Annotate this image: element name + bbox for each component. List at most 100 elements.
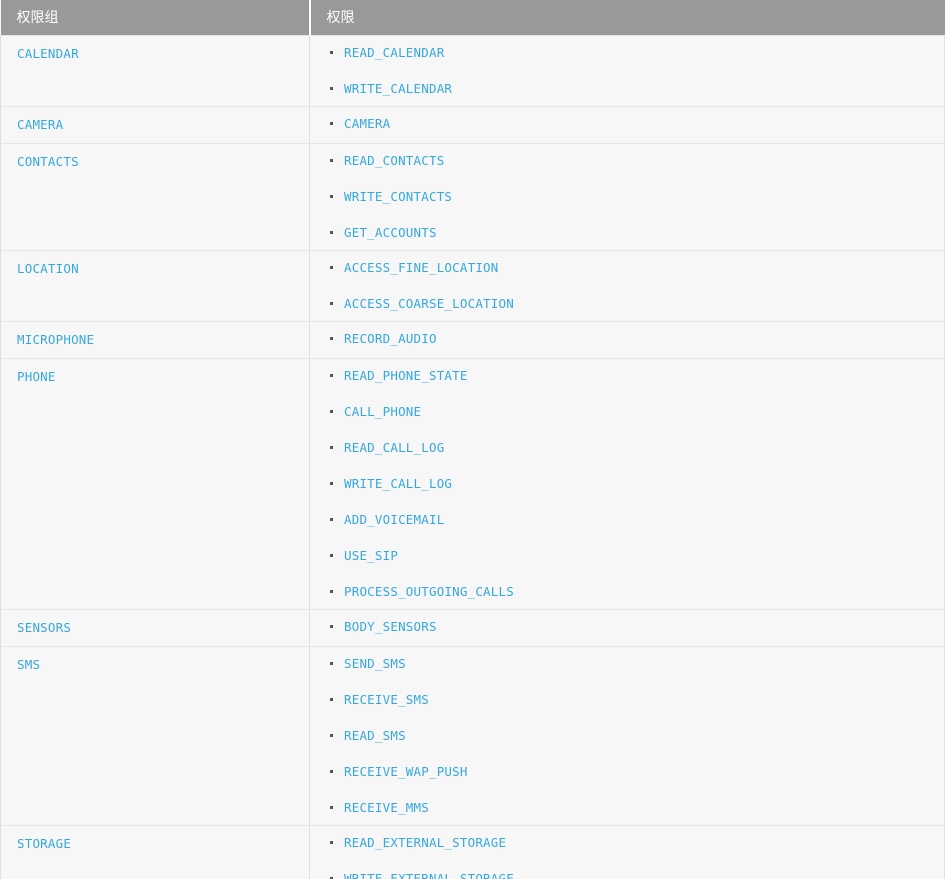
list-item: BODY_SENSORS: [326, 619, 936, 635]
list-item: RECORD_AUDIO: [326, 331, 936, 347]
list-item: RECEIVE_SMS: [326, 692, 936, 708]
permission-link[interactable]: SEND_SMS: [344, 656, 406, 672]
permission-list: READ_CALENDAR WRITE_CALENDAR: [326, 45, 936, 97]
permission-group-cell: MICROPHONE: [0, 321, 310, 359]
table-row: CALENDAR READ_CALENDAR WRITE_CALENDAR: [0, 35, 945, 107]
permission-list-cell: SEND_SMS RECEIVE_SMS READ_SMS RECEIVE_WAP_P…: [309, 646, 945, 826]
permission-list: READ_PHONE_STATE CALL_PHONE READ_CALL_LOG W…: [326, 368, 936, 600]
permission-groups-table: 权限组 权限 CALENDAR READ_CALENDAR WRITE_CALEND…: [0, 0, 945, 879]
bullet-icon: [330, 159, 333, 162]
permission-link[interactable]: CAMERA: [344, 116, 390, 132]
permission-list: ACCESS_FINE_LOCATION ACCESS_COARSE_LOCATI…: [326, 260, 936, 312]
table-row: LOCATION ACCESS_FINE_LOCATION ACCESS_COARS…: [0, 250, 945, 322]
list-item: CAMERA: [326, 116, 936, 132]
permission-group-link[interactable]: SMS: [17, 657, 40, 673]
bullet-icon: [330, 266, 333, 269]
permission-group-link[interactable]: CAMERA: [17, 117, 63, 133]
permission-link[interactable]: GET_ACCOUNTS: [344, 225, 437, 241]
permission-link[interactable]: WRITE_CONTACTS: [344, 189, 452, 205]
permission-link[interactable]: RECORD_AUDIO: [344, 331, 437, 347]
table-row: CAMERA CAMERA: [0, 106, 945, 144]
table-row: CONTACTS READ_CONTACTS WRITE_CONTACTS GET_A…: [0, 143, 945, 251]
permission-group-cell: CALENDAR: [0, 35, 310, 107]
permission-list: RECORD_AUDIO: [326, 331, 936, 347]
permission-list-cell: RECORD_AUDIO: [309, 321, 945, 359]
column-header-permission: 权限: [309, 0, 945, 36]
bullet-icon: [330, 87, 333, 90]
permission-group-link[interactable]: CONTACTS: [17, 154, 79, 170]
permission-list-cell: READ_CONTACTS WRITE_CONTACTS GET_ACCOUNTS: [309, 143, 945, 251]
table-header-row: 权限组 权限: [0, 0, 945, 36]
permission-link[interactable]: CALL_PHONE: [344, 404, 421, 420]
list-item: ACCESS_COARSE_LOCATION: [326, 296, 936, 312]
permission-link[interactable]: READ_CALENDAR: [344, 45, 444, 61]
bullet-icon: [330, 482, 333, 485]
permission-group-link[interactable]: SENSORS: [17, 620, 71, 636]
bullet-icon: [330, 122, 333, 125]
list-item: READ_CALL_LOG: [326, 440, 936, 456]
permission-link[interactable]: READ_SMS: [344, 728, 406, 744]
table-header: 权限组 权限: [0, 0, 945, 36]
list-item: READ_EXTERNAL_STORAGE: [326, 835, 936, 851]
permission-group-cell: PHONE: [0, 358, 310, 610]
list-item: READ_CONTACTS: [326, 153, 936, 169]
permission-table-container: 权限组 权限 CALENDAR READ_CALENDAR WRITE_CALEND…: [0, 0, 945, 879]
list-item: WRITE_EXTERNAL_STORAGE: [326, 871, 936, 879]
permission-link[interactable]: WRITE_CALL_LOG: [344, 476, 452, 492]
bullet-icon: [330, 698, 333, 701]
permission-list-cell: READ_CALENDAR WRITE_CALENDAR: [309, 35, 945, 107]
permission-group-link[interactable]: STORAGE: [17, 836, 71, 852]
permission-list: CAMERA: [326, 116, 936, 132]
table-row: MICROPHONE RECORD_AUDIO: [0, 321, 945, 359]
list-item: READ_CALENDAR: [326, 45, 936, 61]
bullet-icon: [330, 446, 333, 449]
permission-list-cell: BODY_SENSORS: [309, 609, 945, 647]
bullet-icon: [330, 841, 333, 844]
permission-list-cell: CAMERA: [309, 106, 945, 144]
permission-link[interactable]: READ_CONTACTS: [344, 153, 444, 169]
permission-group-cell: SMS: [0, 646, 310, 826]
permission-link[interactable]: RECEIVE_MMS: [344, 800, 429, 816]
list-item: ACCESS_FINE_LOCATION: [326, 260, 936, 276]
permission-link[interactable]: USE_SIP: [344, 548, 398, 564]
list-item: CALL_PHONE: [326, 404, 936, 420]
permission-link[interactable]: WRITE_CALENDAR: [344, 81, 452, 97]
list-item: RECEIVE_WAP_PUSH: [326, 764, 936, 780]
permission-group-cell: LOCATION: [0, 250, 310, 322]
permission-link[interactable]: ACCESS_FINE_LOCATION: [344, 260, 499, 276]
permission-group-cell: CONTACTS: [0, 143, 310, 251]
permission-group-link[interactable]: PHONE: [17, 369, 56, 385]
permission-link[interactable]: READ_EXTERNAL_STORAGE: [344, 835, 506, 851]
permission-link[interactable]: ADD_VOICEMAIL: [344, 512, 444, 528]
bullet-icon: [330, 734, 333, 737]
permission-link[interactable]: RECEIVE_WAP_PUSH: [344, 764, 468, 780]
permission-link[interactable]: ACCESS_COARSE_LOCATION: [344, 296, 514, 312]
permission-list: READ_CONTACTS WRITE_CONTACTS GET_ACCOUNTS: [326, 153, 936, 241]
permission-link[interactable]: RECEIVE_SMS: [344, 692, 429, 708]
permission-link[interactable]: WRITE_EXTERNAL_STORAGE: [344, 871, 514, 879]
permission-list: SEND_SMS RECEIVE_SMS READ_SMS RECEIVE_WAP_P…: [326, 656, 936, 816]
bullet-icon: [330, 337, 333, 340]
bullet-icon: [330, 51, 333, 54]
bullet-icon: [330, 554, 333, 557]
permission-group-link[interactable]: CALENDAR: [17, 46, 79, 62]
list-item: PROCESS_OUTGOING_CALLS: [326, 584, 936, 600]
permission-link[interactable]: PROCESS_OUTGOING_CALLS: [344, 584, 514, 600]
list-item: ADD_VOICEMAIL: [326, 512, 936, 528]
list-item: READ_PHONE_STATE: [326, 368, 936, 384]
bullet-icon: [330, 770, 333, 773]
table-row: SENSORS BODY_SENSORS: [0, 609, 945, 647]
bullet-icon: [330, 410, 333, 413]
permission-group-link[interactable]: LOCATION: [17, 261, 79, 277]
permission-link[interactable]: BODY_SENSORS: [344, 619, 437, 635]
permission-link[interactable]: READ_CALL_LOG: [344, 440, 444, 456]
permission-list-cell: READ_EXTERNAL_STORAGE WRITE_EXTERNAL_STOR…: [309, 825, 945, 879]
permission-link[interactable]: READ_PHONE_STATE: [344, 368, 468, 384]
bullet-icon: [330, 590, 333, 593]
permission-group-cell: SENSORS: [0, 609, 310, 647]
bullet-icon: [330, 195, 333, 198]
bullet-icon: [330, 231, 333, 234]
list-item: SEND_SMS: [326, 656, 936, 672]
table-row: STORAGE READ_EXTERNAL_STORAGE WRITE_EXTERN…: [0, 825, 945, 879]
permission-group-link[interactable]: MICROPHONE: [17, 332, 94, 348]
